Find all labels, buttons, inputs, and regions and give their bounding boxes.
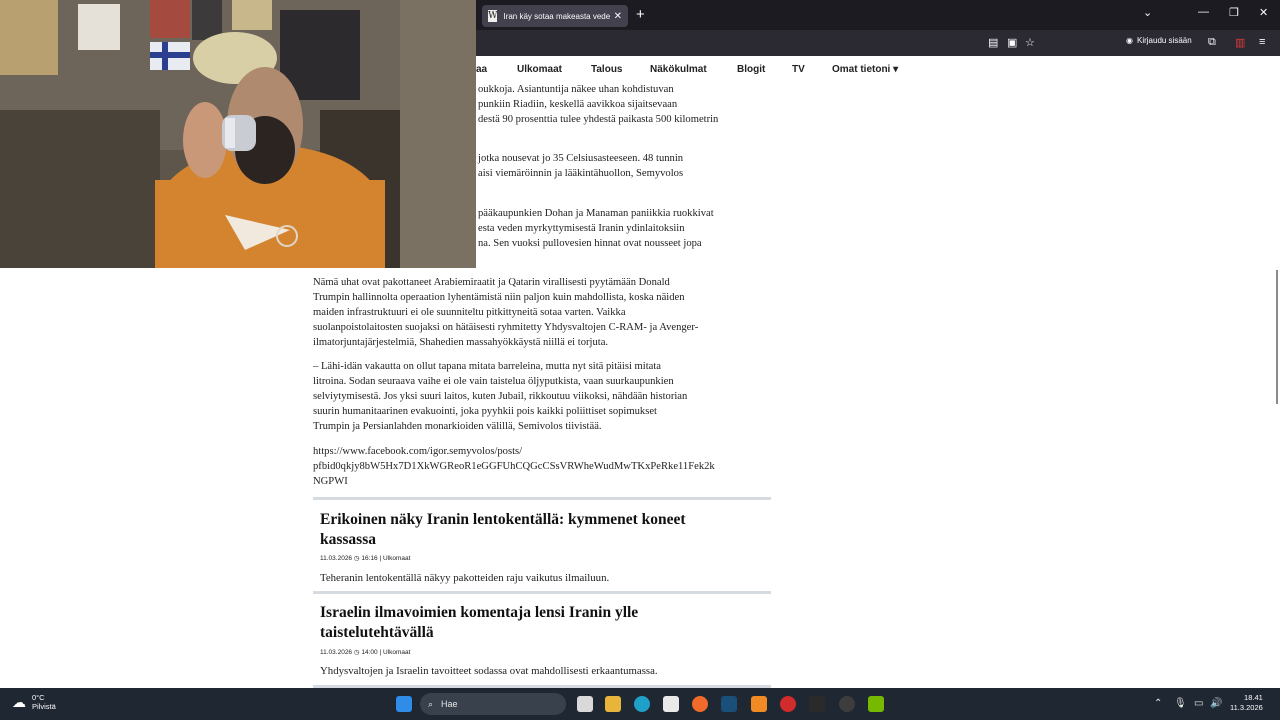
scrollbar-thumb[interactable] xyxy=(1276,270,1278,404)
related-article-title[interactable]: Erikoinen näky Iranin lentokentällä: kym… xyxy=(320,510,760,550)
tab-close-icon[interactable]: ✕ xyxy=(614,11,622,22)
vlc-icon[interactable] xyxy=(751,696,767,712)
article-line: pääkaupunkien Dohan ja Manaman paniikkia… xyxy=(478,208,714,219)
title-line[interactable]: Erikoinen näky Iranin lentokentällä: kym… xyxy=(320,510,760,530)
start-icon[interactable] xyxy=(396,696,412,712)
extensions-icon[interactable]: ⧉ xyxy=(1208,36,1216,49)
weather-temp: 0°C xyxy=(32,693,45,702)
facebook-link[interactable]: NGPWI xyxy=(313,474,348,489)
file-explorer-icon[interactable] xyxy=(605,696,621,712)
browser-tab[interactable]: W Iran käy sotaa makeasta vedestä ✕ xyxy=(482,5,628,27)
nav-item-partial[interactable]: aa xyxy=(476,64,487,75)
clock-time: 18.41 xyxy=(1244,693,1263,702)
title-line[interactable]: Israelin ilmavoimien komentaja lensi Ira… xyxy=(320,603,760,623)
site-favicon-icon: W xyxy=(488,10,498,22)
webcam-overlay xyxy=(0,0,476,268)
article-line: punkiin Riadiin, keskellä aavikkoa sijai… xyxy=(478,99,678,110)
reader-view-icon[interactable]: ▤ xyxy=(988,36,998,49)
taskbar-search[interactable]: ⌕ Hae xyxy=(420,693,566,715)
search-icon: ⌕ xyxy=(428,698,434,709)
display-icon[interactable]: ▭ xyxy=(1194,698,1203,709)
weather-desc: Pilvistä xyxy=(32,702,56,711)
nav-item-nakokulmat[interactable]: Näkökulmat xyxy=(650,64,707,75)
article-line: na. Sen vuoksi pullovesien hinnat ovat n… xyxy=(478,238,702,249)
card-divider xyxy=(313,497,771,500)
article-category[interactable]: Ulkomaat xyxy=(383,555,410,562)
article-date: 11.03.2026 xyxy=(320,555,353,562)
article-category[interactable]: Ulkomaat xyxy=(383,649,410,656)
clock-date: 11.3.2026 xyxy=(1230,703,1263,712)
article-paragraph-line: suolanpoistolaitosten suojaksi on hätäis… xyxy=(313,322,699,333)
article-paragraph-line: Trumpin ja Persianlahden monarkioiden vä… xyxy=(313,421,602,432)
nav-item-talous[interactable]: Talous xyxy=(591,64,622,75)
article-line: oukkoja. Asiantuntija näkee uhan kohdist… xyxy=(478,84,674,95)
obs-icon[interactable] xyxy=(839,696,855,712)
nav-item-ulkomaat[interactable]: Ulkomaat xyxy=(517,64,562,75)
minimize-button[interactable]: — xyxy=(1198,6,1209,18)
task-view-icon[interactable] xyxy=(577,696,593,712)
maximize-button[interactable]: ❐ xyxy=(1229,6,1239,19)
article-lead: Teheranin lentokentällä näkyy pakotteide… xyxy=(320,572,610,584)
bookmark-star-icon[interactable]: ☆ xyxy=(1025,36,1035,49)
tab-title: Iran käy sotaa makeasta vedestä xyxy=(503,11,610,21)
microphone-icon[interactable]: 🎙 xyxy=(1174,698,1187,709)
related-article-title[interactable]: Israelin ilmavoimien komentaja lensi Ira… xyxy=(320,603,760,643)
nvidia-icon[interactable] xyxy=(868,696,884,712)
store-icon[interactable] xyxy=(663,696,679,712)
article-line: aisi viemäröinnin ja lääkintähuollon, Se… xyxy=(478,168,684,179)
search-label: Hae xyxy=(441,699,458,709)
addon-icon[interactable]: ▥ xyxy=(1235,36,1245,49)
article-lead: Yhdysvaltojen ja Israelin tavoitteet sod… xyxy=(320,665,658,677)
nav-item-omat-tietoni[interactable]: Omat tietoni ▾ xyxy=(832,64,898,75)
article-date: 11.03.2026 xyxy=(320,649,353,656)
menu-hamburger-icon[interactable]: ≡ xyxy=(1259,36,1265,48)
webcam-feed-image xyxy=(0,0,476,268)
article-paragraph-line: maiden infrastruktuuri ei ole suunnitelt… xyxy=(313,307,626,318)
taskbar-clock[interactable]: 18.41 11.3.2026 xyxy=(1230,693,1263,713)
tray-chevron-icon[interactable]: ⌃ xyxy=(1154,698,1162,709)
signin-label: Kirjaudu sisään xyxy=(1136,36,1192,45)
article-time: 14:00 xyxy=(361,649,378,656)
article-time: 16:16 xyxy=(361,555,378,562)
new-tab-button[interactable]: + xyxy=(636,6,645,23)
facebook-link[interactable]: https://www.facebook.com/igor.semyvolos/… xyxy=(313,444,522,459)
nav-item-tv[interactable]: TV xyxy=(792,64,805,75)
title-line[interactable]: kassassa xyxy=(320,530,760,550)
signin-button[interactable]: ◉ Kirjaudu sisään xyxy=(1126,36,1192,45)
cloud-icon: ☁ xyxy=(12,693,26,710)
article-paragraph-line: suurin humanitaarinen evakuointi, joka p… xyxy=(313,406,657,417)
facebook-link[interactable]: pfbid0qkjy8bW5Hx7D1XkWGReoR1eGGFUhCQGcCS… xyxy=(313,459,715,474)
steam-icon[interactable] xyxy=(721,696,737,712)
card-divider xyxy=(313,591,771,594)
firefox-icon[interactable] xyxy=(692,696,708,712)
article-paragraph-line: ilmatorjuntajärjestelmiä, Shahedien mass… xyxy=(313,337,609,348)
article-paragraph-line: – Lähi-idän vakautta on ollut tapana mit… xyxy=(313,361,662,372)
article-line: esta veden myrkyttymisestä Iranin ydinla… xyxy=(478,223,685,234)
article-meta: 11.03.2026 ◷ 16:16 | Ulkomaat xyxy=(320,555,411,562)
article-paragraph-line: litroina. Sodan seuraava vaihe ei ole va… xyxy=(313,376,674,387)
article-paragraph-line: selviytymisestä. Jos yksi suuri laitos, … xyxy=(313,391,688,402)
screenshot-icon[interactable]: ▣ xyxy=(1007,36,1017,49)
edge-icon[interactable] xyxy=(634,696,650,712)
article-line: jotka nousevat jo 35 Celsiusasteeseen. 4… xyxy=(478,153,684,164)
weather-widget[interactable]: ☁ 0°C Pilvistä xyxy=(12,693,56,711)
title-line[interactable]: taistelutehtävällä xyxy=(320,623,760,643)
article-paragraph-line: Nämä uhat ovat pakottaneet Arabiemiraati… xyxy=(313,277,670,288)
terminal-icon[interactable] xyxy=(809,696,825,712)
article-meta: 11.03.2026 ◷ 14:00 | Ulkomaat xyxy=(320,649,411,656)
nav-item-blogit[interactable]: Blogit xyxy=(737,64,765,75)
account-icon: ◉ xyxy=(1126,36,1133,45)
article-paragraph-line: Trumpin hallinnolta operaation lyhentämi… xyxy=(313,292,685,303)
article-line: destä 90 prosenttia tulee yhdestä paikas… xyxy=(478,114,719,125)
tab-list-chevron-icon[interactable]: ⌄ xyxy=(1143,6,1152,19)
volume-icon[interactable]: 🔊 xyxy=(1210,698,1222,709)
opera-icon[interactable] xyxy=(780,696,796,712)
close-window-button[interactable]: ✕ xyxy=(1259,6,1268,19)
